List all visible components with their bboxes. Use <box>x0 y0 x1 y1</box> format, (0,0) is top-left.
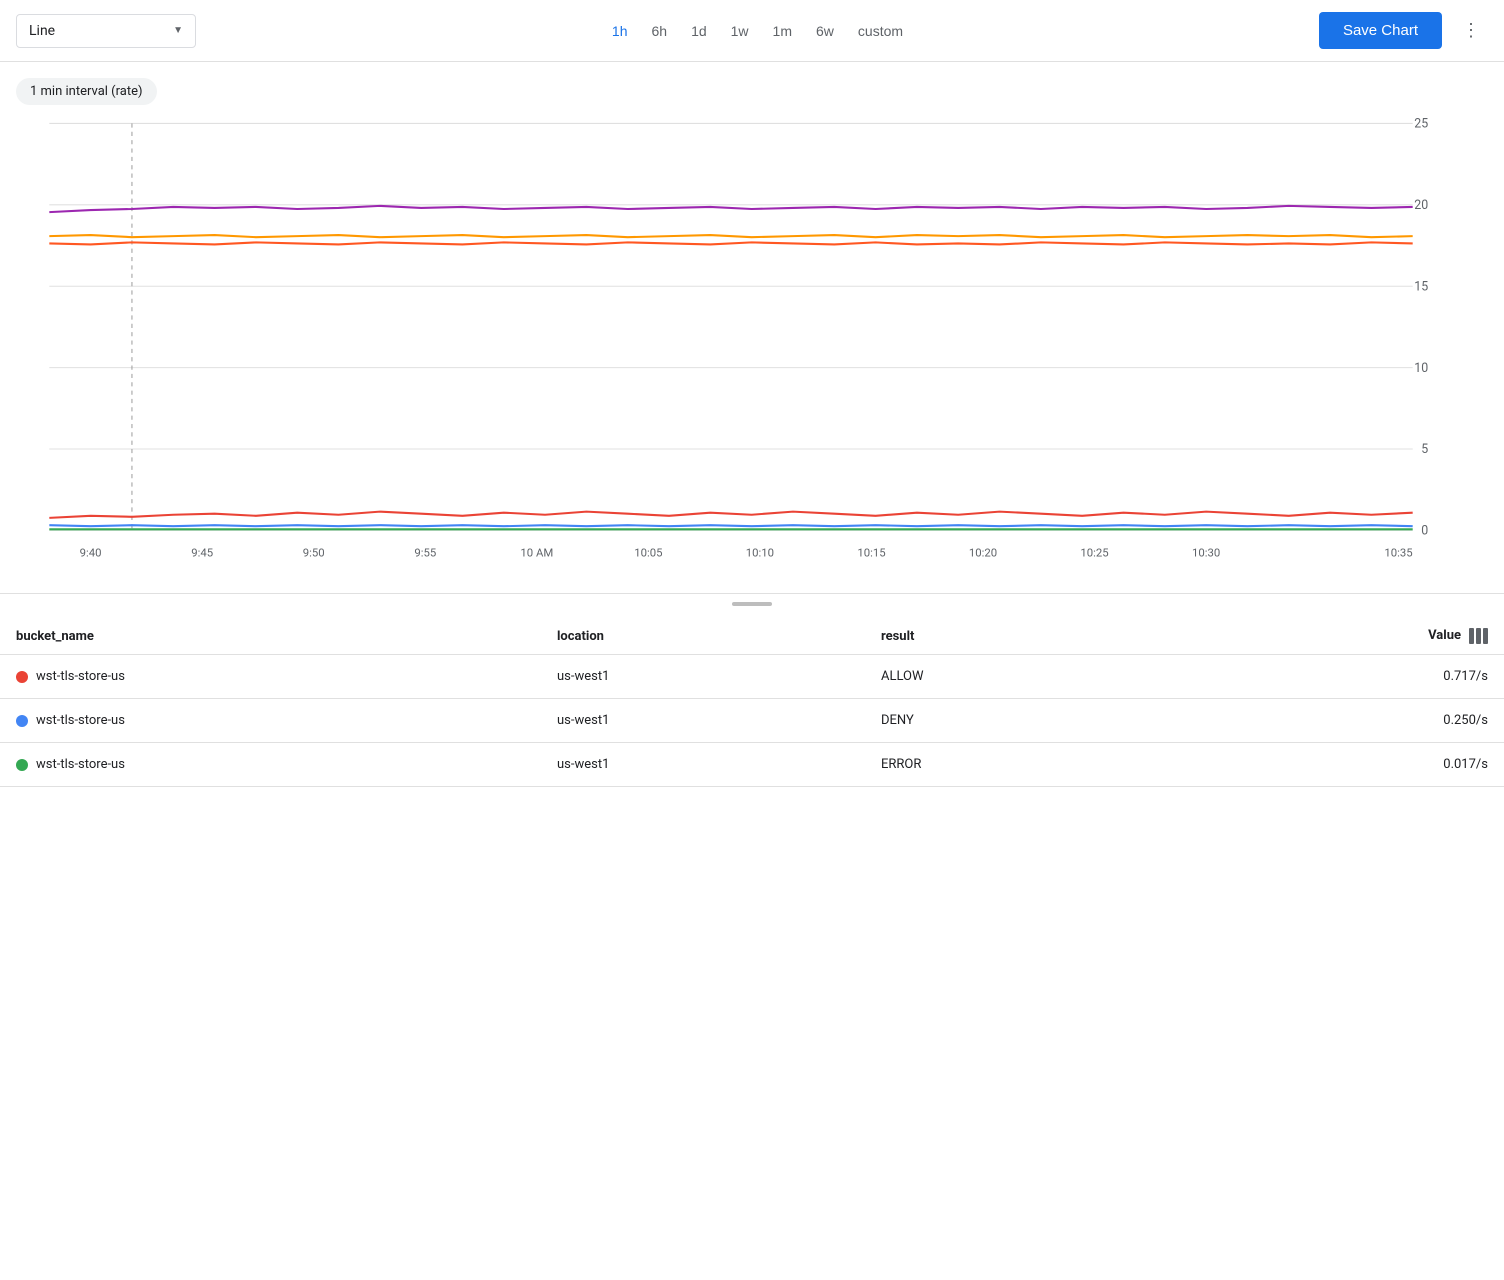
col-header-location: location <box>541 618 865 655</box>
columns-icon[interactable] <box>1469 628 1488 644</box>
legend-cell-result: ERROR <box>865 743 1151 787</box>
svg-text:10: 10 <box>1414 361 1428 376</box>
legend-cell-bucket: wst-tls-store-us <box>0 655 541 699</box>
interval-badge: 1 min interval (rate) <box>16 78 157 105</box>
time-range-6h-button[interactable]: 6h <box>641 17 677 45</box>
legend-cell-location: us-west1 <box>541 655 865 699</box>
time-range-1m-button[interactable]: 1m <box>763 17 802 45</box>
divider-handle[interactable] <box>732 602 772 606</box>
chart-container: 25 20 15 10 5 0 9:40 9:45 9:50 9: <box>0 113 1504 593</box>
svg-text:10:35: 10:35 <box>1384 545 1412 559</box>
time-range-custom-button[interactable]: custom <box>848 17 913 45</box>
svg-text:9:45: 9:45 <box>191 545 213 559</box>
line-chart: 25 20 15 10 5 0 9:40 9:45 9:50 9: <box>8 113 1454 593</box>
legend-cell-value: 0.017/s <box>1151 743 1504 787</box>
series-dot <box>16 759 28 771</box>
svg-text:10:10: 10:10 <box>746 545 774 559</box>
svg-text:20: 20 <box>1414 198 1428 213</box>
time-range-1h-button[interactable]: 1h <box>602 17 638 45</box>
svg-text:10 AM: 10 AM <box>520 545 553 559</box>
col-header-bucket-name: bucket_name <box>0 618 541 655</box>
legend-cell-result: ALLOW <box>865 655 1151 699</box>
legend-row: wst-tls-store-us us-west1 ERROR 0.017/s <box>0 743 1504 787</box>
svg-text:25: 25 <box>1414 117 1428 132</box>
series-dot <box>16 715 28 727</box>
svg-text:9:40: 9:40 <box>80 545 102 559</box>
legend-cell-result: DENY <box>865 699 1151 743</box>
legend-cell-value: 0.717/s <box>1151 655 1504 699</box>
col-header-value: Value <box>1151 618 1504 655</box>
chevron-down-icon: ▼ <box>173 25 183 36</box>
legend-row: wst-tls-store-us us-west1 DENY 0.250/s <box>0 699 1504 743</box>
more-options-button[interactable]: ⋮ <box>1454 14 1488 47</box>
svg-text:5: 5 <box>1421 442 1428 457</box>
legend-cell-value: 0.250/s <box>1151 699 1504 743</box>
chart-type-label: Line <box>29 23 55 39</box>
svg-text:0: 0 <box>1421 524 1428 539</box>
legend-table: bucket_name location result Value <box>0 618 1504 787</box>
save-chart-button[interactable]: Save Chart <box>1319 12 1442 49</box>
legend-table-container: bucket_name location result Value <box>0 618 1504 787</box>
svg-text:10:20: 10:20 <box>969 545 997 559</box>
time-range-group: 1h6h1d1w1m6wcustom <box>208 17 1307 45</box>
time-range-6w-button[interactable]: 6w <box>806 17 844 45</box>
col-header-result: result <box>865 618 1151 655</box>
bucket-name: wst-tls-store-us <box>36 757 125 772</box>
legend-cell-bucket: wst-tls-store-us <box>0 743 541 787</box>
series-dot <box>16 671 28 683</box>
svg-text:9:50: 9:50 <box>303 545 325 559</box>
legend-row: wst-tls-store-us us-west1 ALLOW 0.717/s <box>0 655 1504 699</box>
chart-area: 1 min interval (rate) 25 20 15 10 5 0 <box>0 62 1504 593</box>
svg-text:15: 15 <box>1414 279 1428 294</box>
time-range-1w-button[interactable]: 1w <box>721 17 759 45</box>
svg-text:10:15: 10:15 <box>857 545 885 559</box>
legend-table-header-row: bucket_name location result Value <box>0 618 1504 655</box>
svg-text:10:05: 10:05 <box>634 545 662 559</box>
chart-type-dropdown[interactable]: Line ▼ <box>16 14 196 48</box>
svg-text:9:55: 9:55 <box>414 545 436 559</box>
svg-text:10:25: 10:25 <box>1080 545 1108 559</box>
legend-cell-location: us-west1 <box>541 743 865 787</box>
svg-text:10:30: 10:30 <box>1192 545 1220 559</box>
time-range-1d-button[interactable]: 1d <box>681 17 717 45</box>
toolbar: Line ▼ 1h6h1d1w1m6wcustom Save Chart ⋮ <box>0 0 1504 62</box>
bucket-name: wst-tls-store-us <box>36 713 125 728</box>
legend-cell-bucket: wst-tls-store-us <box>0 699 541 743</box>
legend-cell-location: us-west1 <box>541 699 865 743</box>
bucket-name: wst-tls-store-us <box>36 669 125 684</box>
